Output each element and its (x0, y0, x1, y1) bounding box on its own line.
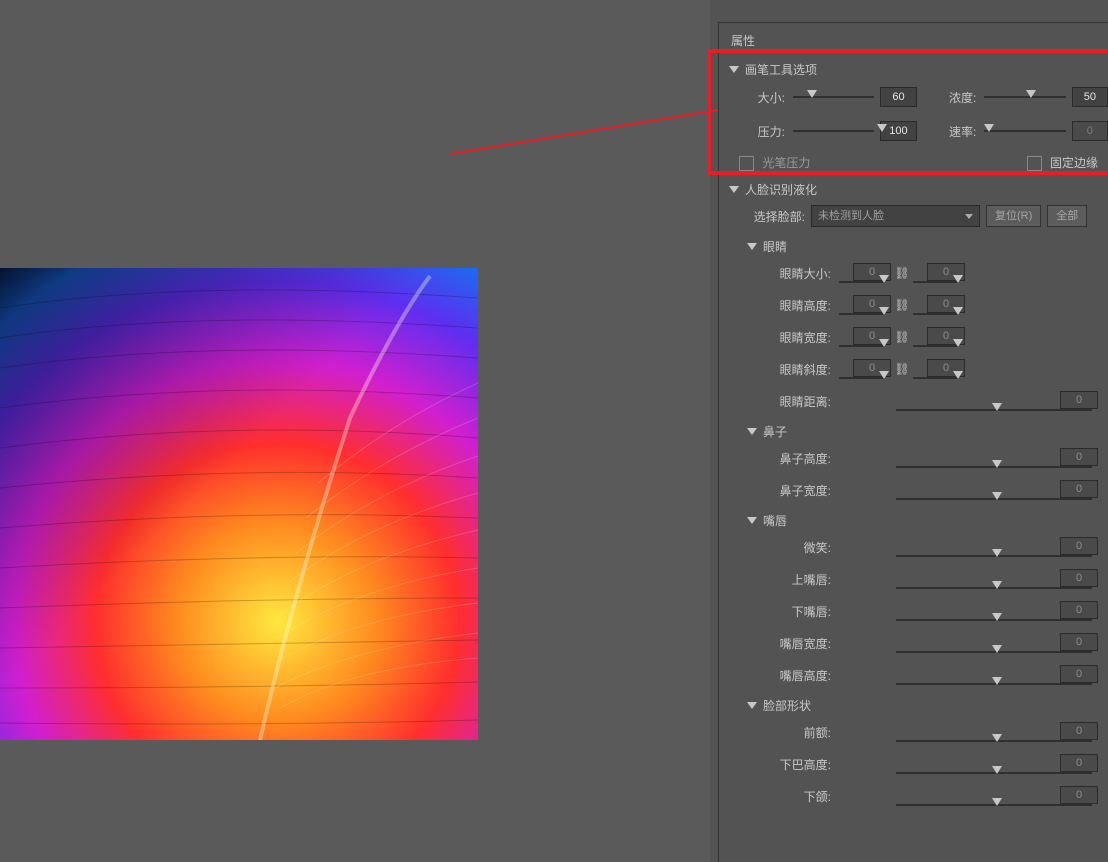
all-button[interactable]: 全部 (1047, 205, 1087, 227)
face-section-header[interactable]: 人脸识别液化 (719, 177, 1108, 200)
chin-height-label: 下巴高度: (773, 756, 831, 773)
pin-edges-group[interactable]: 固定边缘 (1027, 154, 1098, 171)
smile-input[interactable]: 0 (1060, 537, 1098, 555)
eye-width-label: 眼睛宽度: (773, 329, 831, 346)
mouth-title: 嘴唇 (763, 512, 787, 529)
eye-height-left-slider[interactable] (839, 313, 885, 315)
pressure-slider[interactable] (793, 130, 874, 132)
chin-height-input[interactable]: 0 (1060, 754, 1098, 772)
size-slider[interactable] (793, 96, 874, 98)
eye-tilt-left-slider[interactable] (839, 377, 885, 379)
pressure-label: 压力: (747, 123, 785, 140)
smile-slider[interactable] (896, 555, 1092, 557)
mouth-width-input[interactable]: 0 (1060, 633, 1098, 651)
rate-label: 速率: (938, 123, 976, 140)
eye-height-right-slider[interactable] (913, 313, 959, 315)
chevron-down-icon (747, 517, 757, 524)
chevron-down-icon (747, 702, 757, 709)
rate-input[interactable]: 0 (1072, 121, 1108, 141)
eye-size-right-slider[interactable] (913, 281, 959, 283)
nose-height-input[interactable]: 0 (1060, 448, 1098, 466)
eye-distance-slider[interactable] (896, 409, 1092, 411)
brush-section-header[interactable]: 画笔工具选项 (719, 57, 1108, 80)
stylus-pressure-checkbox[interactable] (739, 156, 754, 171)
nose-header[interactable]: 鼻子 (719, 417, 1108, 442)
reset-button[interactable]: 复位(R) (986, 205, 1041, 227)
chevron-down-icon (747, 428, 757, 435)
pin-edges-label: 固定边缘 (1050, 156, 1098, 170)
eye-tilt-right-slider[interactable] (913, 377, 959, 379)
stylus-pressure-label: 光笔压力 (762, 156, 810, 170)
link-icon[interactable]: ⛓ (897, 297, 907, 313)
nose-height-label: 鼻子高度: (773, 450, 831, 467)
face-shape-header[interactable]: 脸部形状 (719, 691, 1108, 716)
face-section-title: 人脸识别液化 (745, 181, 817, 198)
upper-lip-slider[interactable] (896, 587, 1092, 589)
rate-slider[interactable] (984, 130, 1065, 132)
canvas-area[interactable] (0, 0, 710, 862)
mouth-width-slider[interactable] (896, 651, 1092, 653)
nose-width-label: 鼻子宽度: (773, 482, 831, 499)
nose-width-slider[interactable] (896, 498, 1092, 500)
select-face-dropdown[interactable]: 未检测到人脸 (811, 205, 980, 227)
nose-width-input[interactable]: 0 (1060, 480, 1098, 498)
jawline-slider[interactable] (896, 804, 1092, 806)
nose-title: 鼻子 (763, 423, 787, 440)
eye-distance-input[interactable]: 0 (1060, 391, 1098, 409)
nose-height-slider[interactable] (896, 466, 1092, 468)
properties-panel: 属性 画笔工具选项 大小: 60 浓度: 50 压力: 100 速率: 0 光笔… (718, 22, 1108, 862)
lower-lip-slider[interactable] (896, 619, 1092, 621)
mouth-header[interactable]: 嘴唇 (719, 506, 1108, 531)
jawline-input[interactable]: 0 (1060, 786, 1098, 804)
eyes-title: 眼睛 (763, 238, 787, 255)
eyes-header[interactable]: 眼睛 (719, 232, 1108, 257)
density-input[interactable]: 50 (1072, 87, 1108, 107)
face-shape-title: 脸部形状 (763, 697, 811, 714)
lower-lip-label: 下嘴唇: (773, 603, 831, 620)
chevron-down-icon (747, 243, 757, 250)
forehead-label: 前额: (773, 724, 831, 741)
brush-section-title: 画笔工具选项 (745, 61, 817, 78)
forehead-input[interactable]: 0 (1060, 722, 1098, 740)
link-icon[interactable]: ⛓ (897, 265, 907, 281)
smile-label: 微笑: (773, 539, 831, 556)
eye-height-label: 眼睛高度: (773, 297, 831, 314)
upper-lip-input[interactable]: 0 (1060, 569, 1098, 587)
mouth-width-label: 嘴唇宽度: (773, 635, 831, 652)
upper-lip-label: 上嘴唇: (773, 571, 831, 588)
lower-lip-input[interactable]: 0 (1060, 601, 1098, 619)
select-face-label: 选择脸部: (745, 208, 805, 225)
mouth-height-input[interactable]: 0 (1060, 665, 1098, 683)
density-slider[interactable] (984, 96, 1065, 98)
density-label: 浓度: (938, 89, 976, 106)
eye-size-label: 眼睛大小: (773, 265, 831, 282)
size-label: 大小: (747, 89, 785, 106)
eye-width-right-slider[interactable] (913, 345, 959, 347)
document-image (0, 268, 478, 740)
eye-distance-label: 眼睛距离: (773, 393, 831, 410)
link-icon[interactable]: ⛓ (897, 329, 907, 345)
mouth-height-label: 嘴唇高度: (773, 667, 831, 684)
stylus-pressure-group[interactable]: 光笔压力 (739, 154, 810, 171)
panel-title: 属性 (719, 23, 1108, 57)
eye-width-left-slider[interactable] (839, 345, 885, 347)
chin-height-slider[interactable] (896, 772, 1092, 774)
size-input[interactable]: 60 (880, 87, 916, 107)
chevron-down-icon (729, 66, 739, 73)
link-icon[interactable]: ⛓ (897, 361, 907, 377)
eye-tilt-label: 眼睛斜度: (773, 361, 831, 378)
jawline-label: 下颌: (773, 788, 831, 805)
pin-edges-checkbox[interactable] (1027, 156, 1042, 171)
eye-size-left-slider[interactable] (839, 281, 885, 283)
mouth-height-slider[interactable] (896, 683, 1092, 685)
forehead-slider[interactable] (896, 740, 1092, 742)
chevron-down-icon (729, 186, 739, 193)
